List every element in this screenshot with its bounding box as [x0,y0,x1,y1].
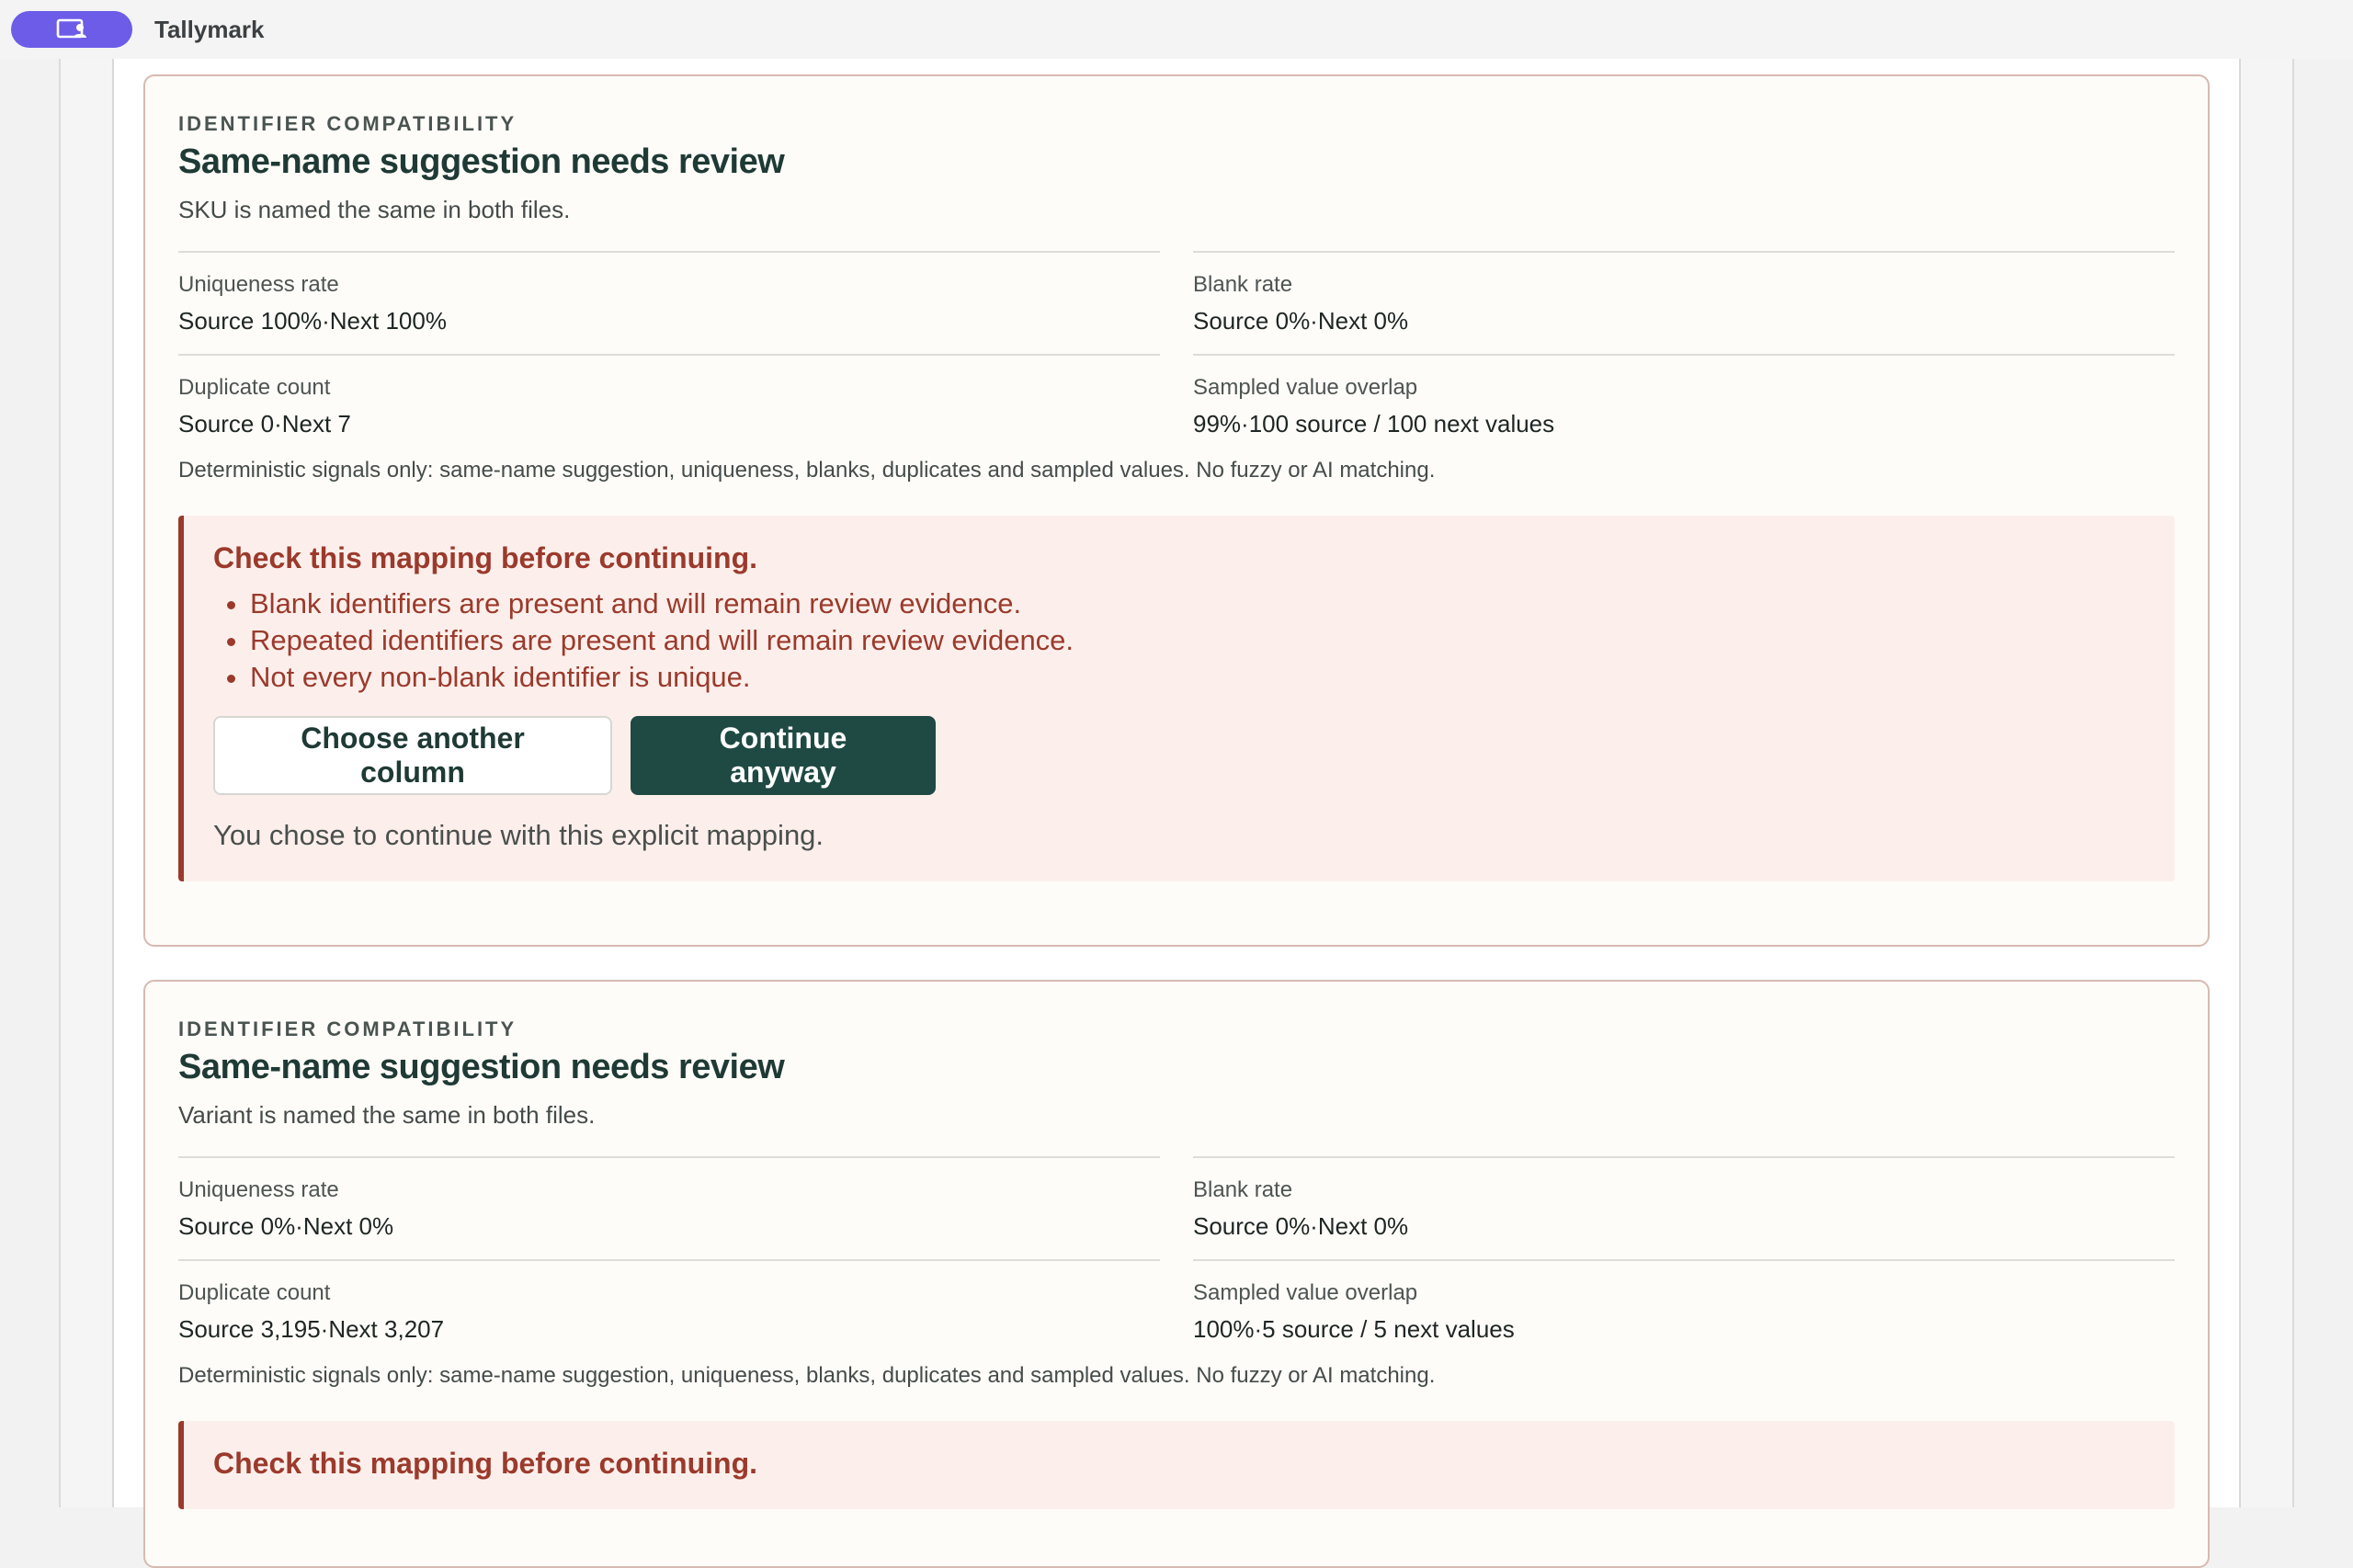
card-description: Variant is named the same in both files. [178,1101,596,1129]
card-title: Same-name suggestion needs review [178,142,785,181]
metric-duplicate-count: Duplicate count Source 0·Next 7 [178,354,1160,457]
choose-another-column-button[interactable]: Choose another column [213,716,612,795]
app-title: Tallymark [154,16,265,43]
mapping-warning: Check this mapping before continuing. [178,1421,2175,1509]
metric-label: Duplicate count [178,375,331,400]
metric-value: Source 0%·Next 0% [178,1212,394,1240]
card-eyebrow: IDENTIFIER COMPATIBILITY [178,1017,517,1040]
app-launcher-button[interactable] [11,11,132,48]
metric-label: Uniqueness rate [178,272,339,297]
metric-value: 100%·5 source / 5 next values [1193,1315,1515,1343]
metric-uniqueness-rate: Uniqueness rate Source 100%·Next 100% [178,251,1160,354]
metric-label: Sampled value overlap [1193,375,1418,400]
metric-uniqueness-rate: Uniqueness rate Source 0%·Next 0% [178,1156,1160,1259]
deterministic-note: Deterministic signals only: same-name su… [178,458,1436,483]
metric-label: Duplicate count [178,1280,331,1305]
mapping-warning: Check this mapping before continuing. Bl… [178,516,2175,881]
card-title: Same-name suggestion needs review [178,1048,785,1086]
metric-duplicate-count: Duplicate count Source 3,195·Next 3,207 [178,1259,1160,1362]
identifier-compatibility-card-sku: IDENTIFIER COMPATIBILITY Same-name sugge… [143,74,2210,947]
warning-title: Check this mapping before continuing. [213,1447,758,1480]
card-eyebrow: IDENTIFIER COMPATIBILITY [178,112,517,135]
metric-label: Blank rate [1193,272,1293,297]
metric-label: Uniqueness rate [178,1177,339,1202]
metric-blank-rate: Blank rate Source 0%·Next 0% [1193,1156,2175,1259]
continue-anyway-button[interactable]: Continue anyway [631,716,936,795]
metric-blank-rate: Blank rate Source 0%·Next 0% [1193,251,2175,354]
warning-footnote: You chose to continue with this explicit… [213,819,824,851]
warning-actions: Choose another column Continue anyway [213,716,2145,795]
metrics-grid: Uniqueness rate Source 100%·Next 100% Bl… [178,251,2175,457]
metric-sampled-overlap: Sampled value overlap 99%·100 source / 1… [1193,354,2175,457]
user-screen-icon [56,18,86,39]
metric-value: 99%·100 source / 100 next values [1193,410,1555,437]
metric-value: Source 0·Next 7 [178,410,351,437]
metric-value: Source 0%·Next 0% [1193,1212,1409,1240]
card-description: SKU is named the same in both files. [178,196,571,223]
metric-label: Sampled value overlap [1193,1280,1418,1305]
metric-value: Source 3,195·Next 3,207 [178,1315,445,1343]
warning-title: Check this mapping before continuing. [213,541,758,574]
warning-item: Repeated identifiers are present and wil… [250,622,2145,659]
top-bar: Tallymark [0,0,2353,59]
metric-label: Blank rate [1193,1177,1293,1202]
deterministic-note: Deterministic signals only: same-name su… [178,1363,1436,1388]
metric-value: Source 100%·Next 100% [178,307,447,335]
warning-item: Not every non-blank identifier is unique… [250,659,2145,696]
metric-sampled-overlap: Sampled value overlap 100%·5 source / 5 … [1193,1259,2175,1362]
warning-list: Blank identifiers are present and will r… [213,585,2145,696]
identifier-compatibility-card-variant: IDENTIFIER COMPATIBILITY Same-name sugge… [143,980,2210,1568]
metrics-grid: Uniqueness rate Source 0%·Next 0% Blank … [178,1156,2175,1362]
metric-value: Source 0%·Next 0% [1193,307,1409,335]
warning-item: Blank identifiers are present and will r… [250,585,2145,622]
